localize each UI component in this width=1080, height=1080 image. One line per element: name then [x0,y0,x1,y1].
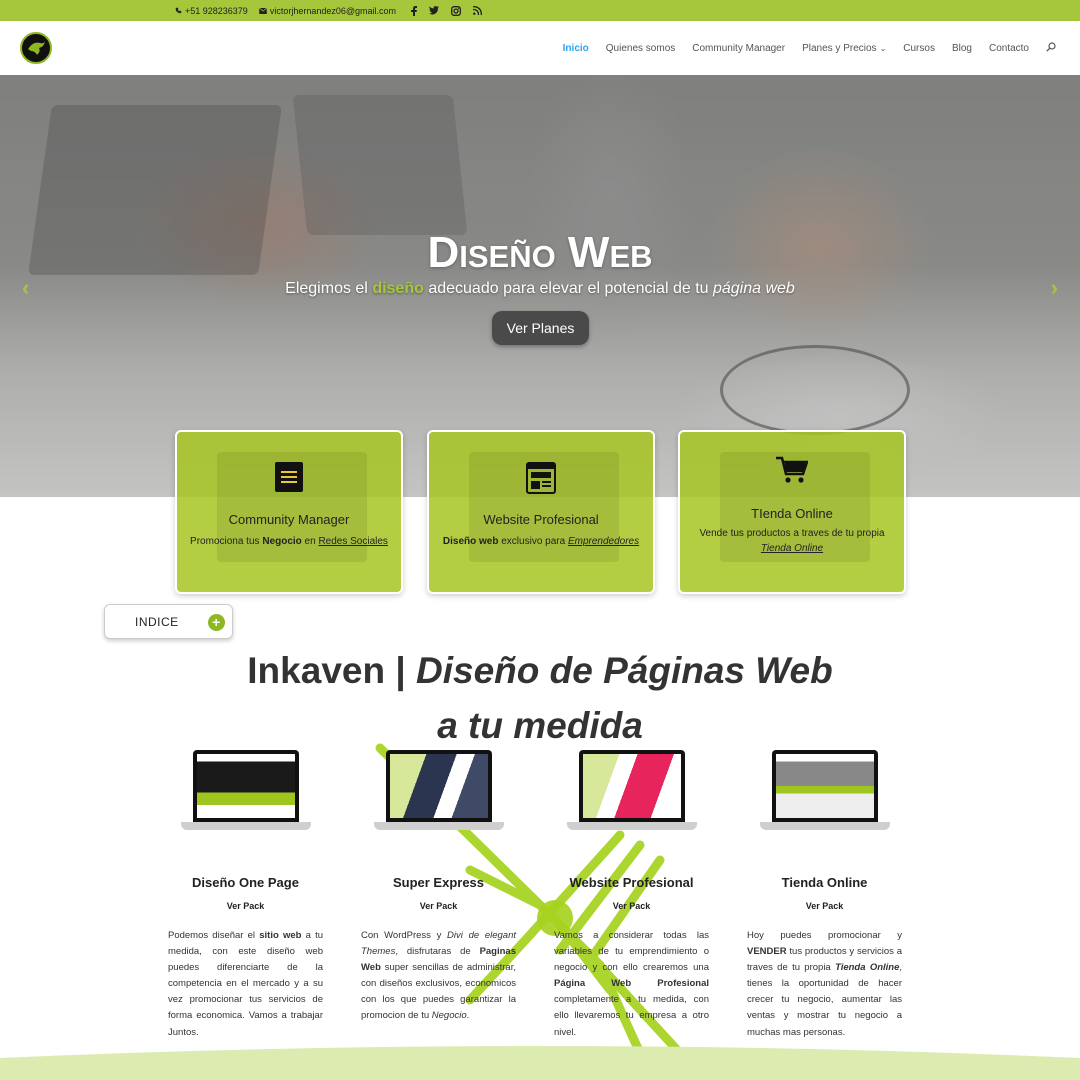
card-text-bold: Negocio [262,536,302,547]
product-diseno-one-page: Diseño One Page Ver Pack Podemos diseñar… [168,750,323,1041]
product-website-profesional: Website Profesional Ver Pack Vamos a con… [554,750,709,1041]
desc-text: completamente a tu medida, con ello llev… [554,994,709,1038]
plus-icon: + [208,614,225,631]
shopping-cart-icon [680,456,904,484]
laptop-mockup-image [180,750,311,835]
ver-pack-link[interactable]: Ver Pack [747,901,902,911]
heading-line2: a tu medida [437,705,643,746]
desc-bold-italic: Tienda Online [835,962,900,974]
desc-text: . [466,1010,470,1022]
product-title: Website Profesional [569,875,694,890]
desc-bold: sitio web [259,930,302,941]
desc-text: Vamos a considerar todas las variables d… [554,930,709,974]
ver-pack-link[interactable]: Ver Pack [361,901,516,911]
indice-label: INDICE [135,614,179,629]
hero-subtitle-emphasis: página web [712,280,795,297]
hero-subtitle: Elegimos el diseño adecuado para elevar … [0,280,1080,298]
search-icon[interactable] [1046,41,1056,55]
desc-text: Hoy puedes promocionar y [747,930,902,941]
desc-bold: Página Web Profesional [554,978,709,990]
product-description: Hoy puedes promocionar y VENDER tus prod… [747,928,902,1041]
laptop-mockup-image [759,750,890,835]
bottom-wave-divider [0,1046,1080,1080]
twitter-icon[interactable] [429,6,440,15]
phone-contact[interactable]: +51 928236379 [175,6,248,16]
card-link[interactable]: Redes Sociales [318,536,387,547]
facebook-icon[interactable] [411,5,418,16]
chevron-down-icon: ⌄ [879,43,887,53]
menu-list-icon [177,462,401,492]
hero-subtitle-part: adecuado para elevar el potencial de tu [428,280,709,297]
nav-menu: Inicio Quienes somos Community Manager P… [563,21,1056,75]
product-description: Con WordPress y Divi de elegant Themes, … [361,928,516,1025]
product-tienda-online: Tienda Online Ver Pack Hoy puedes promoc… [747,750,902,1041]
nav-item-quienes-somos[interactable]: Quienes somos [606,43,675,54]
card-text-bold: Diseño web [442,536,499,547]
email-address: victorjhernandez06@gmail.com [269,5,397,16]
nav-item-planes-y-precios[interactable]: Planes y Precios ⌄ [802,43,886,54]
product-title: Tienda Online [781,875,868,890]
feature-card-tienda-online[interactable]: TIenda Online Vende tus productos a trav… [678,430,906,594]
desc-text: Podemos diseñar el [168,930,256,941]
card-text: Vende tus productos a traves de tu propi… [699,528,885,539]
card-link[interactable]: Tienda Online [761,543,823,554]
card-title: TIenda Online [751,506,833,521]
social-links [411,5,483,16]
slider-prev-arrow-icon[interactable]: ‹ [22,275,29,301]
hero-subtitle-part: Elegimos el [285,280,368,297]
product-title: Super Express [392,875,485,890]
product-description: Podemos diseñar el sitio web a tu medida… [168,928,323,1041]
card-description: Vende tus productos a traves de tu propi… [688,526,896,556]
top-bar: +51 928236379 victorjhernandez06@gmail.c… [0,0,1080,21]
nav-item-planes-label: Planes y Precios [802,42,877,54]
product-super-express: Super Express Ver Pack Con WordPress y D… [361,750,516,1025]
card-description: Diseño web exclusivo para Emprendedores [437,534,645,549]
laptop-mockup-image [373,750,504,835]
ver-pack-link[interactable]: Ver Pack [168,901,323,911]
indice-toggle[interactable]: INDICE + [104,604,233,639]
email-contact[interactable]: victorjhernandez06@gmail.com [258,5,397,16]
feature-card-community-manager[interactable]: Community Manager Promociona tus Negocio… [175,430,403,594]
website-layout-icon [429,462,653,494]
product-description: Vamos a considerar todas las variables d… [554,928,709,1041]
desc-italic: Negocio [431,1010,467,1022]
laptop-mockup-image [566,750,697,835]
card-title: Website Profesional [483,512,599,527]
hero-subtitle-highlight: diseño [372,280,424,297]
rss-icon[interactable] [473,6,483,15]
nav-item-blog[interactable]: Blog [952,43,972,54]
heading-brand: Inkaven | [247,650,416,691]
instagram-icon[interactable] [451,5,461,16]
product-title: Diseño One Page [192,875,299,890]
hero-title: Diseño Web [427,228,653,277]
ver-pack-link[interactable]: Ver Pack [554,901,709,911]
card-text: exclusivo para [501,536,566,547]
nav-item-cursos[interactable]: Cursos [903,43,935,54]
heading-emphasis: Diseño de Páginas Web [416,650,833,691]
ver-planes-button[interactable]: Ver Planes [492,311,589,345]
email-icon [258,7,267,14]
slider-next-arrow-icon[interactable]: › [1051,275,1058,301]
card-title: Community Manager [228,512,350,527]
phone-number: +51 928236379 [185,5,248,16]
desc-text: , tienes la oportunidad de hacer crecer … [747,962,903,1038]
desc-bold: VENDER [747,946,787,958]
phone-icon [175,7,182,14]
desc-text: , disfrutaras de [395,946,471,958]
desc-text: a tu medida, con este diseño web puedes … [168,930,323,1038]
bird-logo-icon [28,41,45,55]
site-logo[interactable] [20,32,52,64]
nav-item-contacto[interactable]: Contacto [989,43,1029,54]
card-text: en [304,536,316,547]
main-navigation: Inicio Quienes somos Community Manager P… [0,21,1080,75]
feature-card-website-profesional[interactable]: Website Profesional Diseño web exclusivo… [427,430,655,594]
card-description: Promociona tus Negocio en Redes Sociales [185,534,393,549]
nav-item-inicio[interactable]: Inicio [563,43,589,54]
nav-item-community-manager[interactable]: Community Manager [692,43,785,54]
card-link[interactable]: Emprendedores [568,536,639,547]
main-heading: Inkaven | Diseño de Páginas Web a tu med… [0,643,1080,753]
desc-text: Con WordPress y [361,930,442,941]
card-text: Promociona tus [190,536,260,547]
